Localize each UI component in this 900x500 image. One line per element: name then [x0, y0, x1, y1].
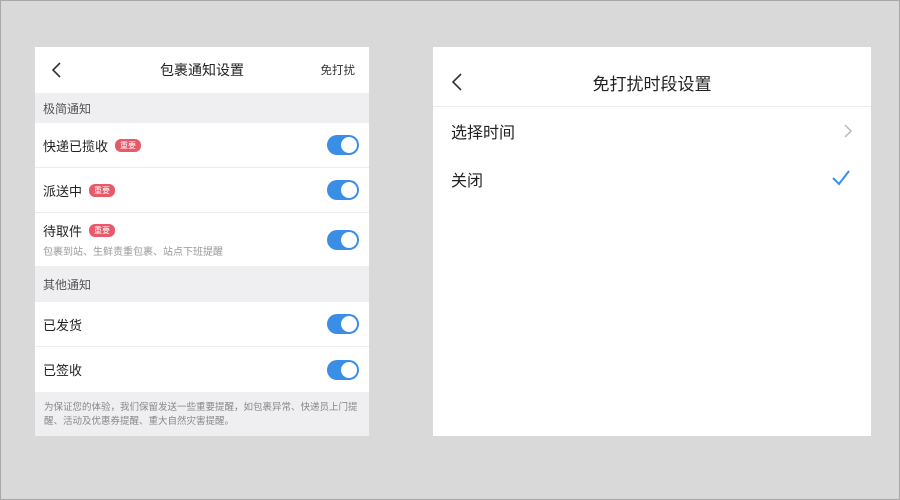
section-header-other: 其他通知	[43, 277, 92, 292]
back-arrow-icon[interactable]	[447, 71, 469, 93]
toggle-delivering[interactable]	[327, 180, 359, 200]
toggle-knob	[341, 316, 357, 332]
option-off[interactable]: 关闭	[433, 155, 871, 203]
important-badge: 重要	[89, 224, 116, 237]
checkmark-icon	[832, 170, 850, 186]
toggle-knob	[341, 231, 357, 248]
toggle-signed[interactable]	[327, 359, 359, 380]
page-title: 包裹通知设置	[160, 63, 244, 79]
toggle-picked-up[interactable]	[327, 135, 359, 155]
option-label: 选择时间	[451, 123, 516, 142]
toggle-knob	[341, 182, 357, 198]
row-label: 快递已揽收	[43, 139, 109, 155]
notify-row-shipped: 已发货	[35, 302, 369, 347]
notify-row-delivering: 派送中 重要	[35, 168, 369, 213]
section-header-simple: 极简通知	[43, 101, 92, 116]
row-label: 派送中	[43, 184, 83, 200]
nav-bar: 免打扰时段设置	[433, 47, 871, 107]
notification-settings-screen: 包裹通知设置 免打扰 极简通知 快递已揽收 重要 派送中 重要 待取件 重要 包…	[35, 47, 369, 436]
chevron-right-icon	[844, 124, 853, 138]
toggle-shipped[interactable]	[327, 314, 359, 334]
footer-note: 为保证您的体验，我们保留发送一些重要提醒，如包裹异常、快递员上门提醒、活动及优惠…	[44, 402, 358, 427]
dnd-link[interactable]: 免打扰	[321, 62, 356, 78]
toggle-knob	[341, 137, 357, 153]
option-select-time[interactable]: 选择时间	[433, 107, 871, 155]
notify-row-picked-up: 快递已揽收 重要	[35, 123, 369, 168]
toggle-knob	[341, 361, 357, 378]
row-label: 已签收	[43, 364, 83, 379]
row-label: 待取件	[43, 225, 83, 240]
option-label: 关闭	[451, 171, 484, 190]
notify-row-signed: 已签收	[35, 347, 369, 392]
toggle-awaiting-pickup[interactable]	[327, 229, 359, 250]
notify-row-awaiting-pickup: 待取件 重要 包裹到站、生鲜责重包裹、站点下班提醒	[35, 213, 369, 266]
nav-bar: 包裹通知设置 免打扰	[35, 47, 369, 93]
page-title: 免打扰时段设置	[592, 75, 712, 95]
important-badge: 重要	[115, 138, 142, 152]
important-badge: 重要	[89, 183, 116, 197]
dnd-settings-screen: 免打扰时段设置 选择时间 关闭	[433, 47, 871, 436]
back-arrow-icon[interactable]	[47, 60, 67, 80]
row-subtitle: 包裹到站、生鲜责重包裹、站点下班提醒	[43, 247, 223, 258]
row-label: 已发货	[43, 318, 83, 334]
